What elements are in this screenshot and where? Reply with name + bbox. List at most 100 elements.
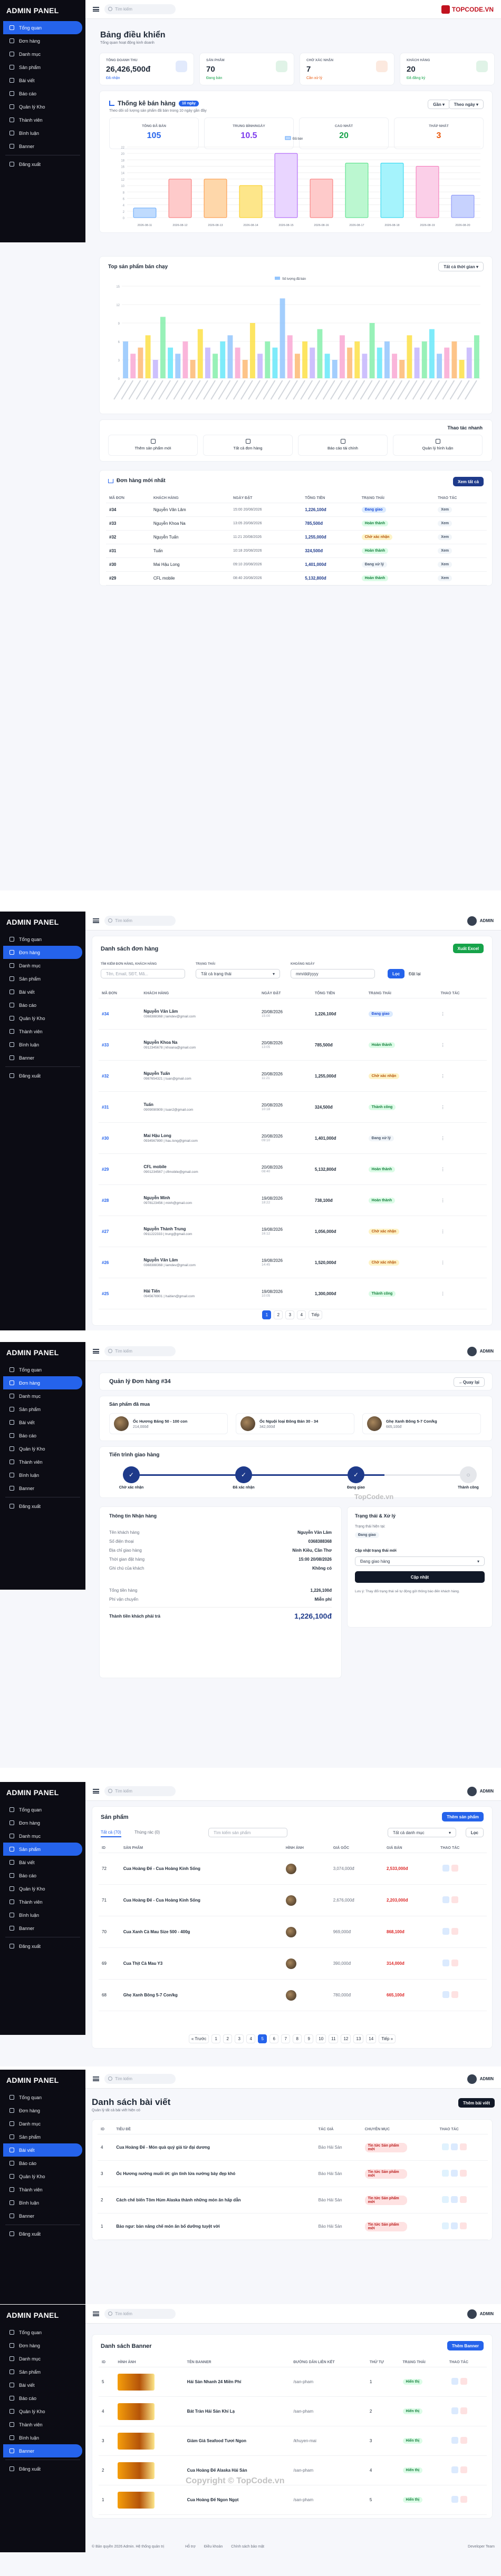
sidebar-item[interactable]: Danh mục bbox=[0, 959, 85, 972]
footer-link[interactable]: Điều khoản bbox=[204, 2545, 223, 2549]
order-id[interactable]: #29 bbox=[106, 571, 150, 585]
page-button[interactable]: « Trước bbox=[188, 2034, 209, 2043]
logout-item[interactable]: Đăng xuất bbox=[0, 2227, 85, 2240]
table-row[interactable]: #27 Nguyễn Thành Trung 0911222333 | trung@… bbox=[99, 1216, 487, 1247]
page-button[interactable]: 1 bbox=[262, 1310, 272, 1319]
order-search-input[interactable]: Tên, Email, SĐT, Mã... bbox=[101, 969, 185, 978]
search-input[interactable]: Tìm kiếm bbox=[104, 2309, 176, 2319]
add-product-button[interactable]: Thêm sản phẩm bbox=[442, 1812, 484, 1821]
edit-icon[interactable] bbox=[451, 2407, 458, 2414]
edit-icon[interactable] bbox=[450, 2143, 458, 2150]
more-icon[interactable]: ⋮ bbox=[437, 1122, 487, 1154]
page-button[interactable]: 4 bbox=[297, 1310, 306, 1319]
sidebar-item[interactable]: Bài viết bbox=[0, 1416, 85, 1429]
sidebar-item[interactable]: Quản lý Kho bbox=[0, 1882, 85, 1895]
page-button[interactable]: 10 bbox=[316, 2034, 326, 2043]
sidebar-item[interactable]: Đơn hàng bbox=[3, 1376, 82, 1389]
order-id[interactable]: #25 bbox=[99, 1278, 141, 1309]
edit-icon[interactable] bbox=[450, 2196, 458, 2203]
sidebar-item[interactable]: Banner bbox=[0, 1051, 85, 1064]
search-input[interactable]: Tìm kiếm bbox=[104, 1346, 176, 1356]
view-button[interactable]: Xem bbox=[438, 521, 452, 526]
product-filter-button[interactable]: Lọc bbox=[465, 1828, 484, 1837]
more-icon[interactable]: ⋮ bbox=[437, 1216, 487, 1247]
menu-toggle-icon[interactable] bbox=[93, 1349, 99, 1354]
order-id[interactable]: #27 bbox=[99, 1216, 141, 1247]
user-menu[interactable]: ADMIN bbox=[467, 2309, 494, 2319]
product-name[interactable]: Cua Hoàng Đế - Cua Hoàng Kinh Sống bbox=[120, 1884, 283, 1916]
sidebar-item[interactable]: Banner bbox=[0, 2209, 85, 2222]
table-row[interactable]: 68 Ghẹ Xanh Bông 5-7 Con/kg 780,000đ 665,10… bbox=[99, 1979, 487, 2011]
table-row[interactable]: 1 Cua Hoàng Đế Ngon Ngọt/san-pham 5 Hiển th… bbox=[99, 2485, 487, 2515]
logout-item[interactable]: Đăng xuất bbox=[0, 1069, 85, 1082]
sidebar-item[interactable]: Bình luận bbox=[0, 1038, 85, 1051]
table-row[interactable]: 70 Cua Xanh Cà Mau Size 500 - 400g 969,000… bbox=[99, 1916, 487, 1948]
sidebar-item[interactable]: Bình luận bbox=[0, 2196, 85, 2209]
status-select[interactable]: Tất cả trạng thái ▾ bbox=[196, 969, 280, 978]
view-button[interactable]: Xem bbox=[438, 575, 452, 581]
search-input[interactable]: Tìm kiếm bbox=[104, 2074, 176, 2084]
user-menu[interactable]: ADMIN bbox=[467, 1346, 494, 1356]
page-button[interactable]: 6 bbox=[269, 2034, 279, 2043]
table-row[interactable]: #29 CFL mobile 0901234567 | cflmobile@gmai… bbox=[99, 1153, 487, 1185]
table-row[interactable]: 4 Cua Hoàng Đế - Món quà quý giá từ đại d… bbox=[98, 2134, 488, 2161]
sidebar-item[interactable]: Đơn hàng bbox=[0, 2104, 85, 2117]
edit-icon[interactable] bbox=[451, 2437, 458, 2444]
page-button[interactable]: 1 bbox=[211, 2034, 221, 2043]
filter-button[interactable]: Lọc bbox=[388, 969, 405, 978]
sidebar-item[interactable]: Sản phẩm bbox=[0, 1403, 85, 1416]
view-button[interactable]: Xem bbox=[438, 507, 452, 513]
table-row[interactable]: #28 Nguyễn Minh 0978123456 | minh@gmail.co… bbox=[99, 1184, 487, 1216]
product-name[interactable]: Cua Hoàng Đế - Cua Hoàng Kinh Sống bbox=[120, 1853, 283, 1885]
add-banner-button[interactable]: Thêm Banner bbox=[447, 2341, 484, 2350]
page-button[interactable]: 4 bbox=[246, 2034, 256, 2043]
quick-action-button[interactable]: Thêm sản phẩm mới bbox=[108, 435, 198, 456]
category-select[interactable]: Tất cả danh mục ▾ bbox=[388, 1828, 456, 1837]
table-row[interactable]: 69 Cua Thịt Cà Mau Y3 390,000đ 314,000đ bbox=[99, 1947, 487, 1980]
sidebar-item[interactable]: Quản lý Kho bbox=[0, 2170, 85, 2183]
delete-icon[interactable] bbox=[451, 1991, 459, 1998]
more-icon[interactable]: ⋮ bbox=[437, 1184, 487, 1216]
page-button[interactable]: Tiếp » bbox=[379, 2034, 396, 2043]
post-title[interactable]: Cua Hoàng Đế - Món quà quý giá từ đại dư… bbox=[113, 2134, 315, 2161]
sidebar-item[interactable]: Sản phẩm bbox=[0, 2365, 85, 2378]
table-row[interactable]: 72 Cua Hoàng Đế - Cua Hoàng Kinh Sống 3,07… bbox=[99, 1853, 487, 1885]
logout-item[interactable]: Đăng xuất bbox=[0, 1940, 85, 1953]
edit-icon[interactable] bbox=[442, 1960, 450, 1966]
sidebar-item[interactable]: Danh mục bbox=[0, 1389, 85, 1403]
user-menu[interactable]: ADMIN bbox=[467, 916, 494, 926]
sidebar-item[interactable]: Tổng quan bbox=[0, 1363, 85, 1376]
more-icon[interactable]: ⋮ bbox=[437, 1029, 487, 1061]
more-icon[interactable]: ⋮ bbox=[437, 1060, 487, 1092]
edit-icon[interactable] bbox=[442, 1865, 450, 1872]
order-id[interactable]: #28 bbox=[99, 1184, 141, 1216]
order-id[interactable]: #32 bbox=[106, 530, 150, 544]
sidebar-item[interactable]: Báo cáo bbox=[0, 1869, 85, 1882]
search-input[interactable]: Tìm kiếm bbox=[104, 916, 176, 926]
more-icon[interactable]: ⋮ bbox=[437, 1153, 487, 1185]
delete-icon[interactable] bbox=[451, 1960, 459, 1966]
sidebar-item[interactable]: Đơn hàng bbox=[3, 946, 82, 959]
sidebar-item[interactable]: Banner bbox=[3, 2444, 82, 2457]
edit-icon[interactable] bbox=[442, 1896, 450, 1903]
order-id[interactable]: #26 bbox=[99, 1247, 141, 1278]
delete-icon[interactable] bbox=[459, 2196, 467, 2203]
add-post-button[interactable]: Thêm bài viết bbox=[458, 2098, 495, 2108]
user-menu[interactable]: ADMIN bbox=[467, 2074, 494, 2084]
page-button[interactable]: 3 bbox=[235, 2034, 244, 2043]
sidebar-item[interactable]: Báo cáo bbox=[0, 998, 85, 1012]
sidebar-item[interactable]: Danh mục bbox=[0, 47, 85, 61]
table-row[interactable]: #30 Mai Hậu Long 09:10 20/08/2026 1,401,000… bbox=[106, 557, 487, 572]
edit-icon[interactable] bbox=[451, 2378, 458, 2385]
sidebar-item[interactable]: Bình luận bbox=[0, 1468, 85, 1482]
post-title[interactable]: Bảo ngư: bản năng chế món ăn bổ dưỡng tu… bbox=[113, 2213, 315, 2240]
table-row[interactable]: #32 Nguyễn Tuấn 0987654321 | tuan@gmail.co… bbox=[99, 1060, 487, 1092]
table-row[interactable]: 5 Hải Sản Nhanh 24 Miền Phí/san-pham 1 Hiển… bbox=[99, 2367, 487, 2397]
sidebar-item[interactable]: Banner bbox=[0, 140, 85, 153]
export-excel-button[interactable]: Xuất Excel bbox=[452, 944, 484, 953]
table-row[interactable]: 3 Ốc Hương nướng muối ớt: gìn tình lửa nư… bbox=[98, 2160, 488, 2187]
sidebar-item[interactable]: Đơn hàng bbox=[0, 34, 85, 47]
logout-item[interactable]: Đăng xuất bbox=[0, 158, 85, 171]
post-title[interactable]: Cách chế biến Tôm Hùm Alaska thành những… bbox=[113, 2187, 315, 2213]
menu-toggle-icon[interactable] bbox=[93, 1789, 99, 1794]
